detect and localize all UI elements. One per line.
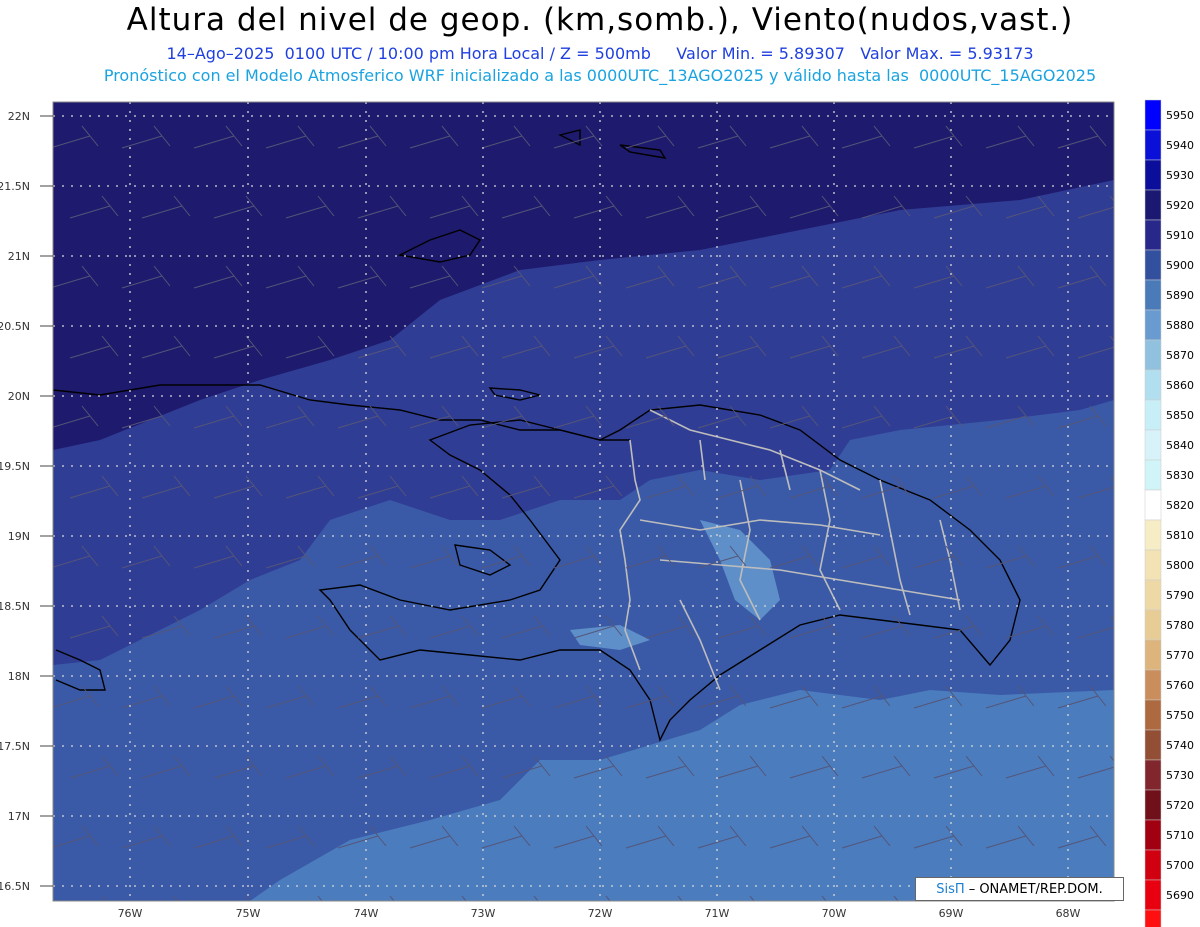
colorbar-level-label: 5930 — [1166, 169, 1194, 182]
lon-label: 76W — [118, 907, 143, 920]
colorbar-level-label: 5820 — [1166, 499, 1194, 512]
colorbar-level-label: 5910 — [1166, 229, 1194, 242]
colorbar-swatch — [1144, 339, 1162, 371]
colorbar-swatch — [1144, 249, 1162, 281]
lon-label: 74W — [354, 907, 379, 920]
colorbar-swatch — [1144, 699, 1162, 731]
lat-label: 19.5N — [0, 460, 30, 473]
colorbar-swatch — [1144, 759, 1162, 791]
colorbar: 5950 5940 5930 5920 5910 5900 5890 5880 5870 5860… — [1144, 99, 1194, 927]
colorbar-swatch — [1144, 849, 1162, 881]
colorbar-swatch — [1144, 609, 1162, 641]
colorbar-level-label: 5880 — [1166, 319, 1194, 332]
colorbar-swatch — [1144, 669, 1162, 701]
lat-label: 22N — [8, 110, 30, 123]
colorbar-swatch — [1144, 219, 1162, 251]
colorbar-swatch — [1144, 399, 1162, 431]
lat-label: 17N — [8, 810, 30, 823]
lat-label: 21.5N — [0, 180, 30, 193]
colorbar-swatch — [1144, 879, 1162, 911]
colorbar-level-label: 5900 — [1166, 259, 1194, 272]
lon-label: 70W — [822, 907, 847, 920]
lat-label: 16.5N — [0, 880, 30, 893]
colorbar-level-label: 5770 — [1166, 649, 1194, 662]
lat-label: 17.5N — [0, 740, 30, 753]
lon-label: 69W — [939, 907, 964, 920]
colorbar-level-label: 5710 — [1166, 829, 1194, 842]
colorbar-level-label: 5840 — [1166, 439, 1194, 452]
colorbar-swatch — [1144, 729, 1162, 761]
colorbar-swatch — [1144, 489, 1162, 521]
lat-label: 18N — [8, 670, 30, 683]
colorbar-level-label: 5750 — [1166, 709, 1194, 722]
colorbar-level-label: 5740 — [1166, 739, 1194, 752]
colorbar-swatch — [1144, 639, 1162, 671]
lon-label: 75W — [236, 907, 261, 920]
colorbar-level-label: 5800 — [1166, 559, 1194, 572]
lat-label: 21N — [8, 250, 30, 263]
geopotential-shading — [53, 102, 1114, 901]
colorbar-swatch — [1144, 519, 1162, 551]
colorbar-level-label: 5920 — [1166, 199, 1194, 212]
colorbar-swatch — [1144, 309, 1162, 341]
colorbar-swatch — [1144, 159, 1162, 191]
colorbar-swatch — [1144, 789, 1162, 821]
sispi-logo: SisΠ — [936, 881, 965, 897]
colorbar-level-label: 5860 — [1166, 379, 1194, 392]
colorbar-swatch — [1144, 279, 1162, 311]
latitude-axis: 22N 21.5N 21N 20.5N 20N 19.5N 19N 18.5N … — [0, 110, 53, 893]
colorbar-swatch — [1144, 579, 1162, 611]
colorbar-level-label: 5780 — [1166, 619, 1194, 632]
colorbar-level-label: 5850 — [1166, 409, 1194, 422]
lon-label: 71W — [705, 907, 730, 920]
colorbar-swatch — [1144, 129, 1162, 161]
colorbar-level-label: 5760 — [1166, 679, 1194, 692]
colorbar-swatch — [1144, 369, 1162, 401]
colorbar-level-label: 5730 — [1166, 769, 1194, 782]
map-canvas: 22N 21.5N 21N 20.5N 20N 19.5N 19N 18.5N … — [0, 99, 1194, 927]
colorbar-level-label: 5790 — [1166, 589, 1194, 602]
colorbar-swatch — [1144, 459, 1162, 491]
lon-label: 73W — [471, 907, 496, 920]
colorbar-level-label: 5950 — [1166, 109, 1194, 122]
lat-label: 18.5N — [0, 600, 30, 613]
colorbar-level-label: 5890 — [1166, 289, 1194, 302]
colorbar-level-label: 5690 — [1166, 889, 1194, 902]
colorbar-level-label: 5810 — [1166, 529, 1194, 542]
lon-label: 72W — [588, 907, 613, 920]
credit-text: – ONAMET/REP.DOM. — [968, 881, 1103, 897]
colorbar-level-label: 5940 — [1166, 139, 1194, 152]
colorbar-swatch — [1144, 819, 1162, 851]
lat-label: 19N — [8, 530, 30, 543]
longitude-axis: 76W 75W 74W 73W 72W 71W 70W 69W 68W — [118, 907, 1081, 920]
lon-label: 68W — [1056, 907, 1081, 920]
colorbar-level-label: 5720 — [1166, 799, 1194, 812]
lat-label: 20N — [8, 390, 30, 403]
colorbar-level-label: 5830 — [1166, 469, 1194, 482]
colorbar-level-label: 5870 — [1166, 349, 1194, 362]
colorbar-swatch — [1144, 429, 1162, 461]
colorbar-swatch — [1144, 189, 1162, 221]
lat-label: 20.5N — [0, 320, 30, 333]
colorbar-level-label: 5700 — [1166, 859, 1194, 872]
credit-box: SisΠ – ONAMET/REP.DOM. — [915, 877, 1124, 901]
colorbar-swatch — [1144, 909, 1162, 927]
colorbar-swatch — [1144, 99, 1162, 131]
colorbar-swatch — [1144, 549, 1162, 581]
